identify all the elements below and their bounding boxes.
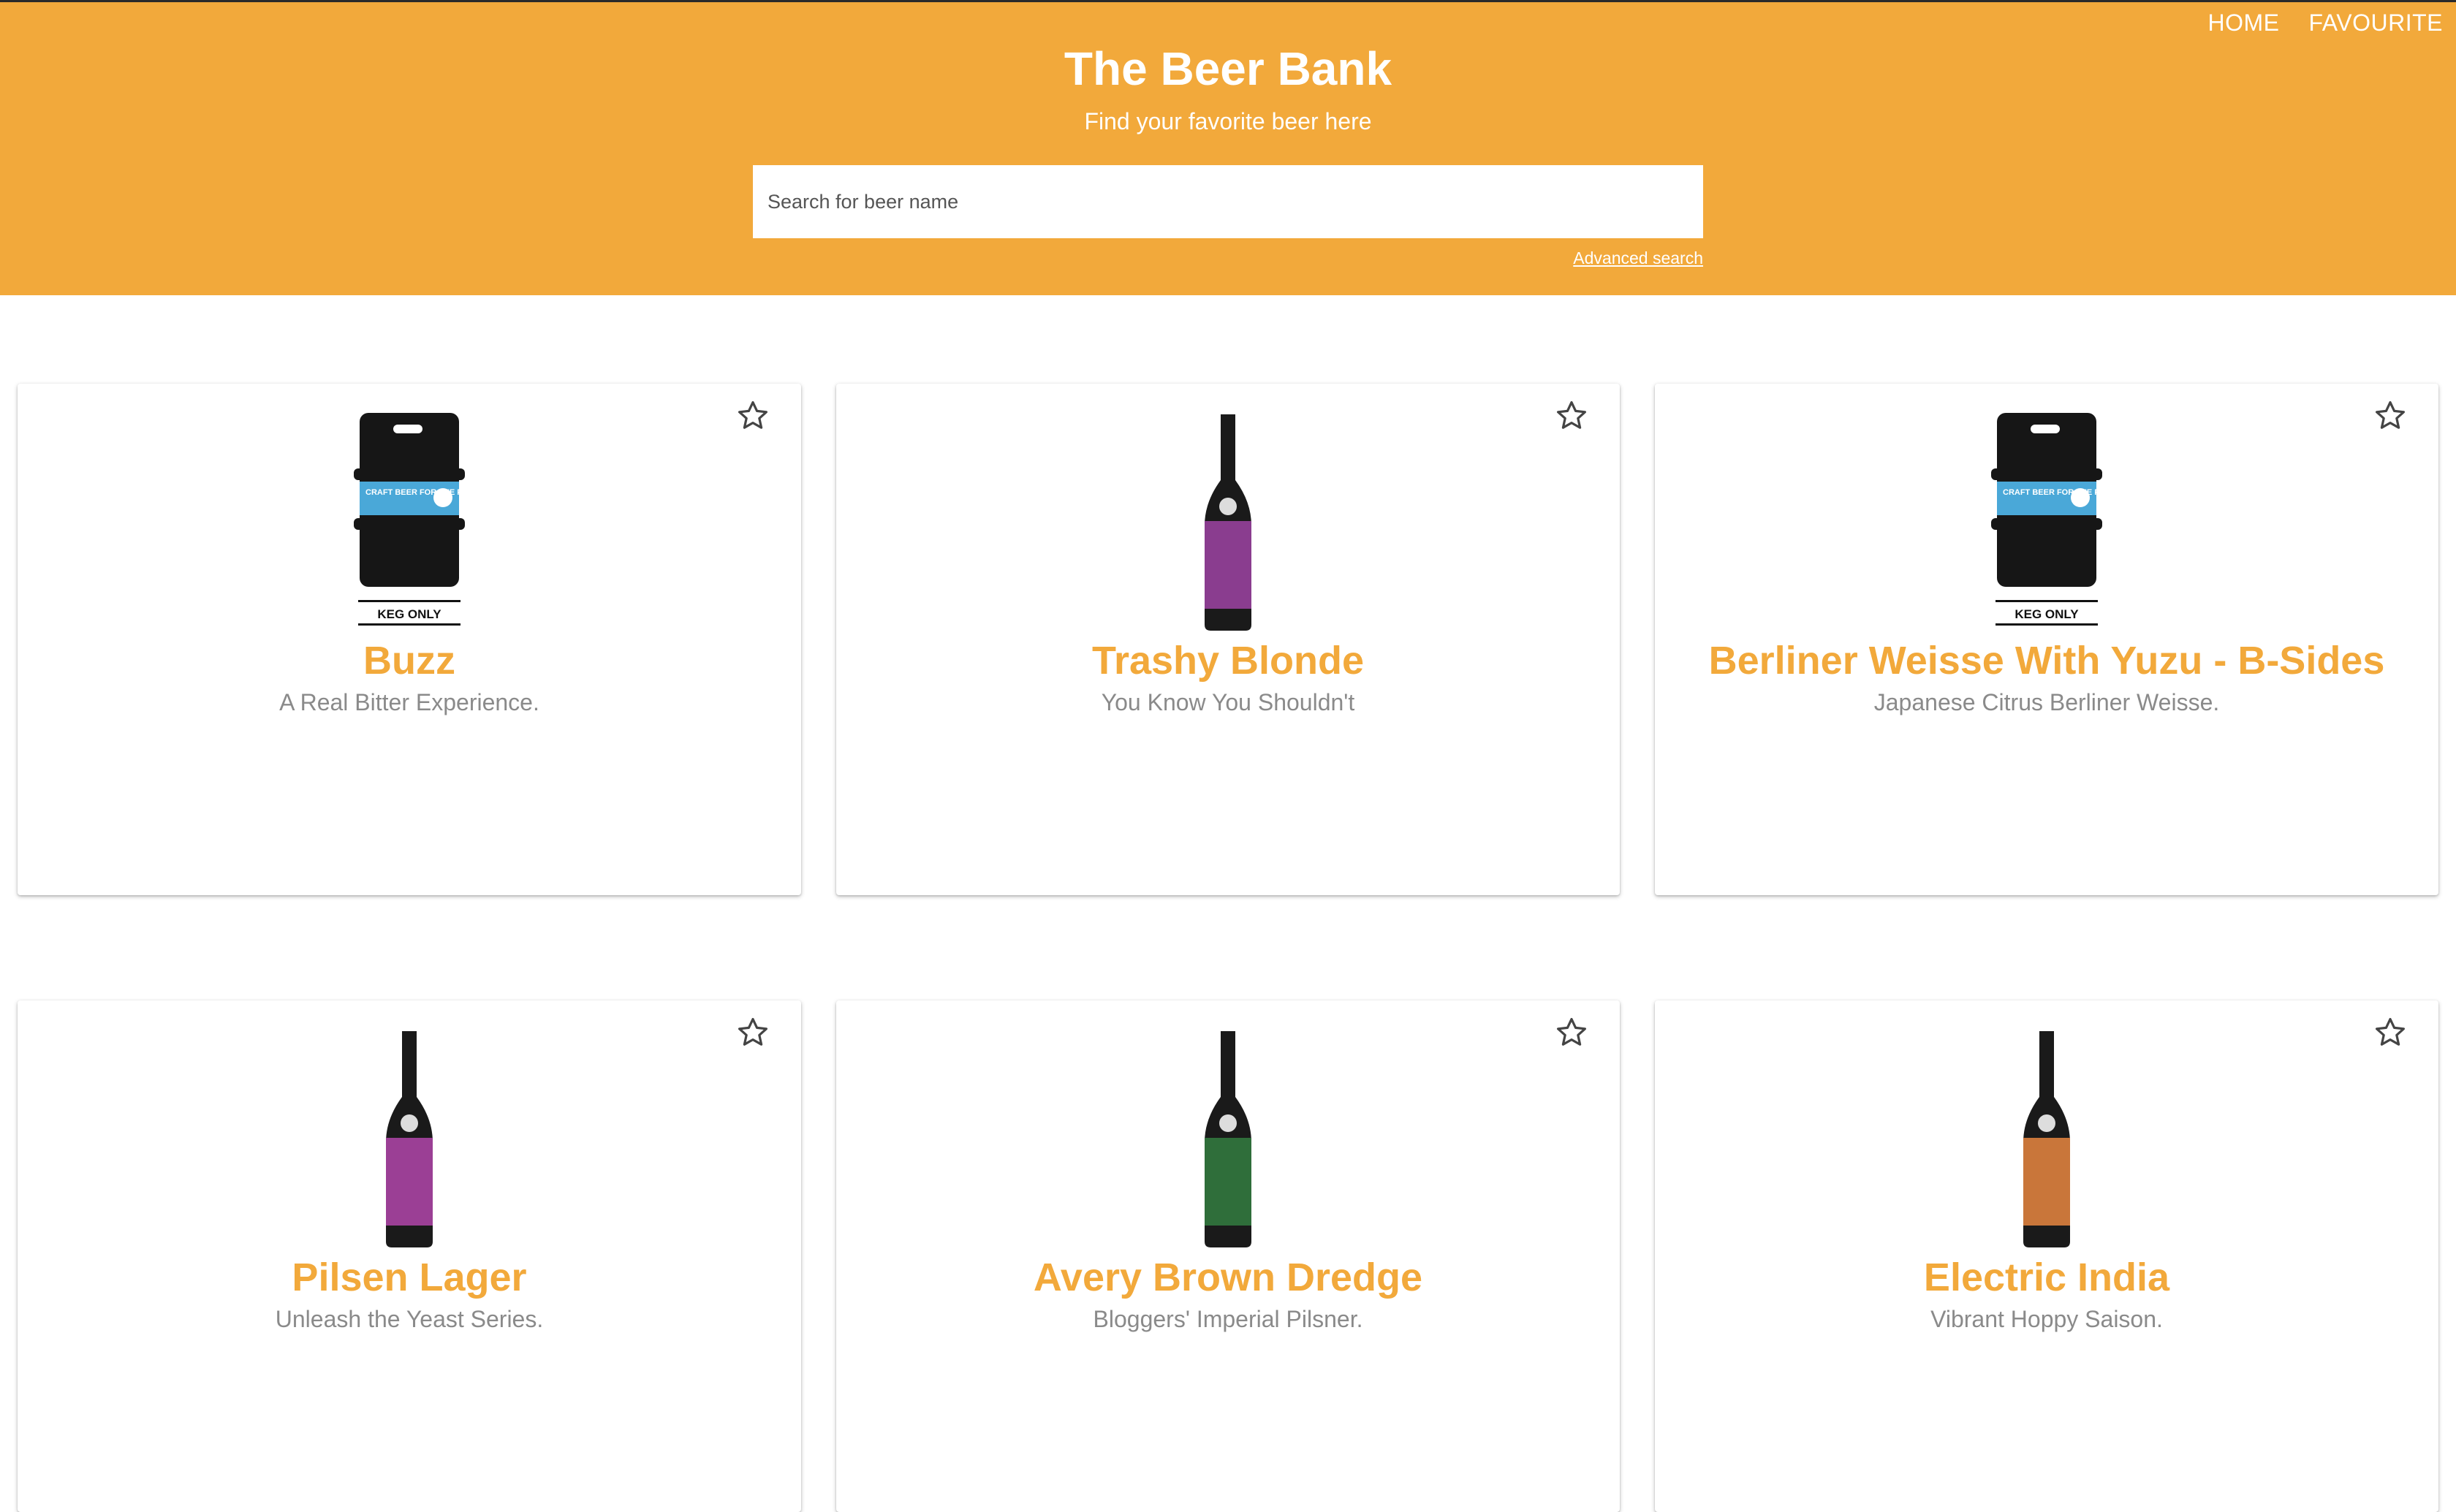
- bottle-icon: [1205, 1031, 1251, 1247]
- beer-tagline: A Real Bitter Experience.: [279, 689, 539, 715]
- bottle-icon: [386, 1031, 433, 1247]
- beer-card[interactable]: Pilsen Lager Unleash the Yeast Series.: [18, 1000, 801, 1512]
- top-nav: HOME FAVOURITE: [2208, 10, 2443, 37]
- page-title: The Beer Bank: [1064, 42, 1392, 95]
- beer-tagline: Bloggers' Imperial Pilsner.: [1093, 1306, 1363, 1332]
- beer-card[interactable]: CRAFT BEER FOR THE PEOPLE KEG ONLY Berli…: [1655, 384, 2438, 895]
- beer-name[interactable]: Buzz: [18, 638, 801, 683]
- beer-name[interactable]: Berliner Weisse With Yuzu - B-Sides: [1655, 638, 2438, 683]
- keg-label-text: CRAFT BEER FOR THE PEOPLE: [365, 488, 468, 497]
- beer-name[interactable]: Electric India: [1655, 1255, 2438, 1300]
- beer-card[interactable]: Avery Brown Dredge Bloggers' Imperial Pi…: [836, 1000, 1620, 1512]
- beer-image: [1655, 1028, 2438, 1249]
- beer-card[interactable]: CRAFT BEER FOR THE PEOPLE KEG ONLY Buzz …: [18, 384, 801, 895]
- beer-image: CRAFT BEER FOR THE PEOPLE KEG ONLY: [18, 411, 801, 632]
- beer-name[interactable]: Trashy Blonde: [836, 638, 1620, 683]
- keg-icon: CRAFT BEER FOR THE PEOPLE KEG ONLY: [1991, 413, 2105, 626]
- beer-card[interactable]: Trashy Blonde You Know You Shouldn't: [836, 384, 1620, 895]
- beer-tagline: Japanese Citrus Berliner Weisse.: [1873, 689, 2220, 715]
- keg-label-text: CRAFT BEER FOR THE PEOPLE: [2003, 488, 2105, 497]
- beer-image: CRAFT BEER FOR THE PEOPLE KEG ONLY: [1655, 411, 2438, 632]
- keg-only-label: KEG ONLY: [377, 607, 441, 621]
- search-input[interactable]: [753, 165, 1703, 238]
- keg-icon: CRAFT BEER FOR THE PEOPLE KEG ONLY: [354, 413, 468, 626]
- bottle-icon: [1205, 414, 1251, 631]
- beer-tagline: You Know You Shouldn't: [1101, 689, 1355, 715]
- page-subtitle: Find your favorite beer here: [1084, 108, 1372, 134]
- beer-tagline: Unleash the Yeast Series.: [275, 1306, 544, 1332]
- nav-favourite-link[interactable]: FAVOURITE: [2309, 10, 2443, 37]
- beer-image: [836, 411, 1620, 632]
- beer-tagline: Vibrant Hoppy Saison.: [1930, 1306, 2163, 1332]
- beer-image: [18, 1028, 801, 1249]
- advanced-search-link[interactable]: Advanced search: [1573, 248, 1703, 268]
- header-banner: HOME FAVOURITE The Beer Bank Find your f…: [0, 2, 2456, 295]
- beer-card[interactable]: Electric India Vibrant Hoppy Saison.: [1655, 1000, 2438, 1512]
- beer-image: [836, 1028, 1620, 1249]
- keg-only-label: KEG ONLY: [2015, 607, 2079, 621]
- bottle-icon: [2023, 1031, 2070, 1247]
- beer-name[interactable]: Pilsen Lager: [18, 1255, 801, 1300]
- nav-home-link[interactable]: HOME: [2208, 10, 2280, 37]
- beer-name[interactable]: Avery Brown Dredge: [836, 1255, 1620, 1300]
